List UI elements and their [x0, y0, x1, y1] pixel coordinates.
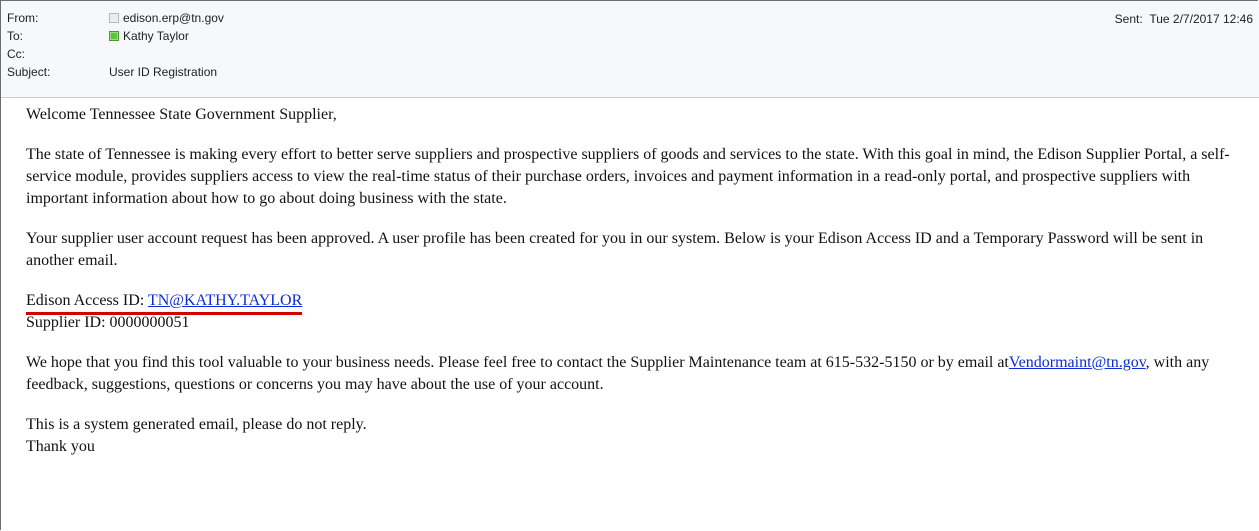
thank-you: Thank you — [26, 438, 95, 455]
presence-available-icon — [109, 31, 119, 41]
email-body: Welcome Tennessee State Government Suppl… — [26, 104, 1247, 458]
to-label: To: — [7, 29, 24, 43]
subject-label: Subject: — [7, 65, 51, 79]
from-label: From: — [7, 11, 39, 25]
highlighted-access-id: Edison Access ID: TN@KATHY.TAYLOR — [26, 290, 303, 315]
contact-text-start: We hope that you find this tool valuable… — [26, 354, 1009, 371]
red-underline-highlight — [26, 312, 303, 315]
to-value[interactable]: Kathy Taylor — [109, 27, 189, 45]
sent-info: Sent: Tue 2/7/2017 12:46 — [1115, 10, 1253, 28]
contact-card-icon — [109, 13, 119, 23]
to-recipient[interactable]: Kathy Taylor — [123, 29, 189, 43]
cc-label: Cc: — [7, 47, 25, 61]
system-note: This is a system generated email, please… — [26, 416, 367, 433]
access-id-link[interactable]: TN@KATHY.TAYLOR — [148, 292, 302, 309]
greeting: Welcome Tennessee State Government Suppl… — [26, 106, 337, 123]
access-id-label: Edison Access ID: — [26, 292, 148, 309]
email-header: From: edison.erp@tn.gov To: Kathy Taylor… — [1, 1, 1259, 98]
approval-paragraph: Your supplier user account request has b… — [26, 230, 1204, 269]
sent-value: Tue 2/7/2017 12:46 — [1149, 12, 1253, 26]
from-address[interactable]: edison.erp@tn.gov — [123, 11, 224, 25]
subject-value: User ID Registration — [109, 65, 218, 79]
from-value[interactable]: edison.erp@tn.gov — [109, 9, 224, 27]
sent-label: Sent: — [1114, 12, 1143, 26]
supplier-id-line: Supplier ID: 0000000051 — [26, 314, 190, 331]
contact-paragraph: We hope that you find this tool valuable… — [26, 352, 1247, 396]
intro-paragraph: The state of Tennessee is making every e… — [26, 146, 1230, 207]
access-id-line: Edison Access ID: TN@KATHY.TAYLOR — [26, 290, 1247, 315]
vendormaint-email-link[interactable]: Vendormaint@tn.gov — [1009, 354, 1146, 371]
